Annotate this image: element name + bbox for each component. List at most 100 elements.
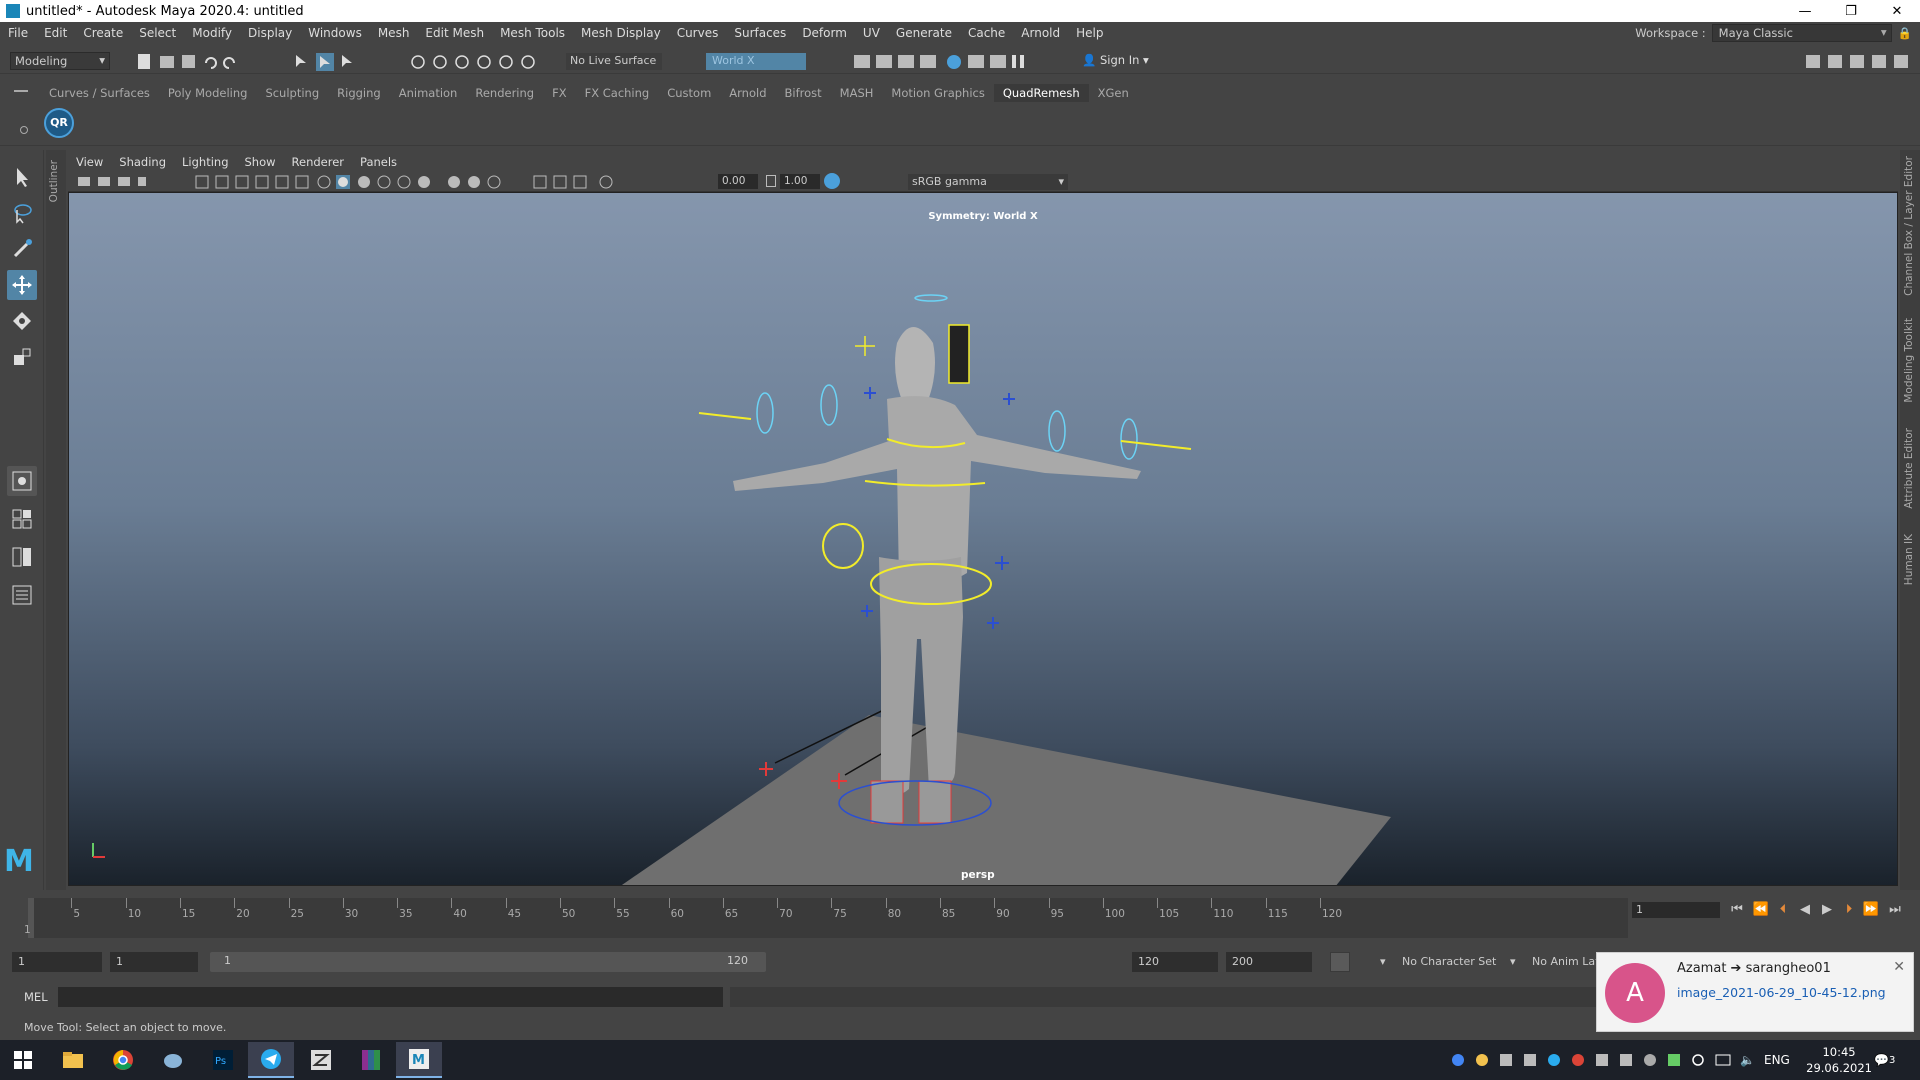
paint-select-tool-icon[interactable] [7,234,37,264]
outliner-side-tab[interactable]: Outliner [46,150,66,890]
volume-icon[interactable]: 🔈 [1740,1040,1755,1080]
menu-windows[interactable]: Windows [300,26,370,40]
menu-uv[interactable]: UV [855,26,888,40]
notification-file-link[interactable]: image_2021-06-29_10-45-12.png [1677,985,1886,1000]
menu-mesh-display[interactable]: Mesh Display [573,26,669,40]
color-management-icon[interactable] [824,173,840,189]
perspective-viewport[interactable]: Symmetry: World X persp [68,192,1898,886]
paint-app-icon[interactable] [150,1042,196,1078]
scale-tool-icon[interactable] [7,342,37,372]
menu-display[interactable]: Display [240,26,300,40]
close-icon[interactable]: ✕ [1893,959,1905,975]
tab-modeling-toolkit[interactable]: Modeling Toolkit [1903,318,1915,403]
menu-surfaces[interactable]: Surfaces [726,26,794,40]
telegram-icon[interactable] [248,1042,294,1078]
menu-mesh-tools[interactable]: Mesh Tools [492,26,573,40]
menu-create[interactable]: Create [75,26,131,40]
notification-center-icon[interactable]: 💬 3 [1874,1040,1895,1080]
gamma-field[interactable]: 1.00 [780,174,820,189]
windows-start-icon[interactable] [0,1042,46,1078]
shelf-tab-fx-caching[interactable]: FX Caching [576,84,659,102]
tab-attribute-editor[interactable]: Attribute Editor [1903,428,1915,509]
viewport-menu-renderer[interactable]: Renderer [284,155,353,169]
time-slider[interactable]: 1 5 10 15 20 25 30 35 40 45 50 55 60 65 70 75 80 85 90 95 1… [24,898,1628,938]
play-backwards-icon[interactable]: ◀ [1796,902,1814,918]
colorspace-dropdown[interactable]: sRGB gamma ▾ [908,174,1068,190]
file-explorer-icon[interactable] [50,1042,96,1078]
shelf-tab-curves-surfaces[interactable]: Curves / Surfaces [40,84,159,102]
character-set-dropdown[interactable]: No Character Set [1402,952,1496,972]
tab-human-ik[interactable]: Human IK [1903,534,1915,585]
four-view-layout-icon[interactable] [7,504,37,534]
step-forward-frame-icon[interactable]: ⏵ [1840,902,1858,918]
select-tool-icon[interactable] [7,162,37,192]
playback-end-field[interactable]: 120 [1132,952,1218,972]
zbrush-icon[interactable] [298,1042,344,1078]
menu-deform[interactable]: Deform [794,26,855,40]
menu-file[interactable]: File [0,26,36,40]
shelf-tab-mash[interactable]: MASH [831,84,883,102]
exposure-field[interactable]: 0.00 [718,174,758,189]
scene-start-field[interactable]: 1 [12,952,102,972]
menu-curves[interactable]: Curves [669,26,727,40]
photoshop-icon[interactable]: Ps [200,1042,246,1078]
menu-select[interactable]: Select [131,26,184,40]
quadremesh-shelf-button[interactable]: QR [44,108,74,138]
maya-taskbar-icon[interactable]: M [396,1042,442,1078]
two-view-layout-icon[interactable] [7,542,37,572]
shelf-tab-poly-modeling[interactable]: Poly Modeling [159,84,257,102]
viewport-menu-lighting[interactable]: Lighting [174,155,236,169]
step-forward-key-icon[interactable]: ⏩ [1862,902,1880,918]
step-back-frame-icon[interactable]: ⏴ [1774,902,1792,918]
mel-input[interactable] [58,987,723,1007]
viewport-menu-view[interactable]: View [68,155,111,169]
go-to-start-icon[interactable]: ⏮ [1728,902,1746,918]
rotate-tool-icon[interactable] [7,306,37,336]
lasso-tool-icon[interactable] [7,198,37,228]
live-surface-field[interactable]: No Live Surface [566,53,662,70]
shelf-tab-motion-graphics[interactable]: Motion Graphics [882,84,993,102]
symmetry-dropdown[interactable]: World X [706,53,806,70]
play-forwards-icon[interactable]: ▶ [1818,902,1836,918]
mode-dropdown[interactable]: Modeling [10,52,110,70]
shelf-tab-sculpting[interactable]: Sculpting [256,84,328,102]
shelf-tab-custom[interactable]: Custom [658,84,720,102]
menu-edit-mesh[interactable]: Edit Mesh [417,26,492,40]
playback-start-field[interactable]: 1 [110,952,198,972]
range-slider[interactable]: 1 120 [210,952,766,972]
shelf-tab-rigging[interactable]: Rigging [328,84,390,102]
minimize-button[interactable]: — [1782,0,1828,22]
outliner-layout-icon[interactable] [7,580,37,610]
scene-end-field[interactable]: 200 [1226,952,1312,972]
shelf-tab-xgen[interactable]: XGen [1089,84,1138,102]
menu-modify[interactable]: Modify [184,26,240,40]
viewport-menu-panels[interactable]: Panels [352,155,405,169]
mel-label[interactable]: MEL [24,990,48,1004]
shelf-settings-icon[interactable] [20,126,28,134]
menu-help[interactable]: Help [1068,26,1111,40]
menu-arnold[interactable]: Arnold [1013,26,1068,40]
workspace-dropdown[interactable]: Maya Classic [1711,24,1892,42]
menu-generate[interactable]: Generate [888,26,960,40]
shelf-tab-arnold[interactable]: Arnold [720,84,775,102]
input-language[interactable]: ENG [1764,1040,1790,1080]
shelf-tab-quadremesh[interactable]: QuadRemesh [993,84,1089,102]
toast-notification[interactable]: A Azamat ➔ sarangheo01 image_2021-06-29_… [1596,952,1914,1032]
close-button[interactable]: ✕ [1874,0,1920,22]
shelf-tab-fx[interactable]: FX [543,84,576,102]
single-view-layout-icon[interactable] [7,466,37,496]
menu-mesh[interactable]: Mesh [370,26,418,40]
viewport-menu-shading[interactable]: Shading [111,155,174,169]
auto-key-icon[interactable] [1330,952,1350,972]
winrar-icon[interactable] [348,1042,394,1078]
tab-channel-box[interactable]: Channel Box / Layer Editor [1903,156,1915,296]
sign-in-button[interactable]: 👤 Sign In ▾ [1082,53,1202,70]
lock-icon[interactable]: 🔒 [1898,26,1912,40]
current-frame-field[interactable]: 1 [1632,902,1720,918]
step-back-key-icon[interactable]: ⏪ [1752,902,1770,918]
shelf-tab-animation[interactable]: Animation [390,84,467,102]
menu-cache[interactable]: Cache [960,26,1013,40]
shelf-tab-rendering[interactable]: Rendering [466,84,543,102]
move-tool-icon[interactable] [7,270,37,300]
viewport-menu-show[interactable]: Show [237,155,284,169]
